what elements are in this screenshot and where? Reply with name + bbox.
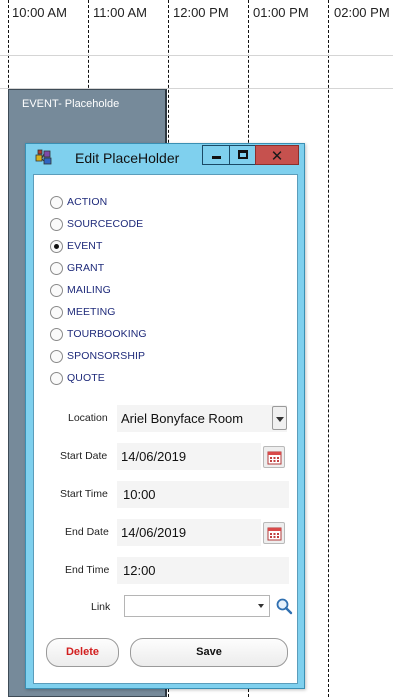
start-date-value: 14/06/2019 <box>121 449 187 464</box>
end-date-calendar-button[interactable] <box>263 522 285 544</box>
row-divider <box>0 55 393 56</box>
location-dropdown-button[interactable] <box>272 406 287 430</box>
location-value: Ariel Bonyface Room <box>121 411 244 426</box>
app-icon <box>35 149 53 165</box>
radio-label: TOURBOOKING <box>67 328 147 340</box>
close-icon: ✕ <box>270 147 284 165</box>
radio-label: SPONSORSHIP <box>67 350 146 362</box>
end-time-field[interactable]: 12:00 <box>117 557 289 584</box>
radio-button[interactable] <box>50 328 63 341</box>
radio-button[interactable] <box>50 372 63 385</box>
start-time-field[interactable]: 10:00 <box>117 481 289 508</box>
end-date-label: End Date <box>65 526 109 538</box>
start-date-label: Start Date <box>60 450 108 462</box>
end-time-value: 12:00 <box>123 563 156 578</box>
start-date-calendar-button[interactable] <box>263 446 285 468</box>
close-button[interactable]: ✕ <box>255 145 299 165</box>
hour-label-2pm: 02:00 PM <box>334 5 390 20</box>
edit-placeholder-dialog: Edit PlaceHolder ✕ ACTION SOURCECODE EVENT… <box>25 143 305 689</box>
location-label: Location <box>68 412 108 424</box>
start-time-label: Start Time <box>60 488 108 500</box>
dialog-titlebar[interactable]: Edit PlaceHolder ✕ <box>26 144 304 170</box>
link-label: Link <box>91 601 111 613</box>
radio-label: EVENT <box>67 240 103 252</box>
hour-label-1pm: 01:00 PM <box>253 5 309 20</box>
radio-button[interactable] <box>50 262 63 275</box>
end-date-value: 14/06/2019 <box>121 525 187 540</box>
maximize-button[interactable] <box>229 145 256 165</box>
location-select[interactable]: Ariel Bonyface Room <box>117 405 287 432</box>
dialog-title: Edit PlaceHolder <box>75 150 180 166</box>
search-icon[interactable] <box>275 597 293 615</box>
save-button[interactable]: Save <box>130 638 288 667</box>
radio-button[interactable] <box>50 306 63 319</box>
radio-label: MEETING <box>67 306 116 318</box>
radio-button[interactable] <box>50 284 63 297</box>
start-time-value: 10:00 <box>123 487 156 502</box>
start-date-field[interactable]: 14/06/2019 <box>117 443 261 470</box>
radio-label: MAILING <box>67 284 111 296</box>
dialog-body: ACTION SOURCECODE EVENT GRANT MAILING MEETING… <box>33 174 298 684</box>
radio-label: ACTION <box>67 196 108 208</box>
radio-button[interactable] <box>50 350 63 363</box>
radio-label: GRANT <box>67 262 105 274</box>
calendar-icon <box>267 451 282 465</box>
minimize-button[interactable] <box>202 145 230 165</box>
radio-button[interactable] <box>50 240 63 253</box>
event-title: EVENT- Placeholde <box>22 98 120 110</box>
hour-label-11am: 11:00 AM <box>93 5 147 20</box>
radio-label: SOURCECODE <box>67 218 144 230</box>
radio-button[interactable] <box>50 218 63 231</box>
maximize-icon <box>238 150 248 159</box>
hour-label-10am: 10:00 AM <box>12 5 67 20</box>
minimize-icon <box>212 156 221 159</box>
calendar-icon <box>267 527 282 541</box>
end-time-label: End Time <box>65 564 110 576</box>
hour-label-12pm: 12:00 PM <box>173 5 229 20</box>
end-date-field[interactable]: 14/06/2019 <box>117 519 261 546</box>
radio-button[interactable] <box>50 196 63 209</box>
hour-divider <box>328 0 329 697</box>
delete-button[interactable]: Delete <box>46 638 119 667</box>
radio-label: QUOTE <box>67 372 105 384</box>
link-select[interactable] <box>124 595 270 617</box>
